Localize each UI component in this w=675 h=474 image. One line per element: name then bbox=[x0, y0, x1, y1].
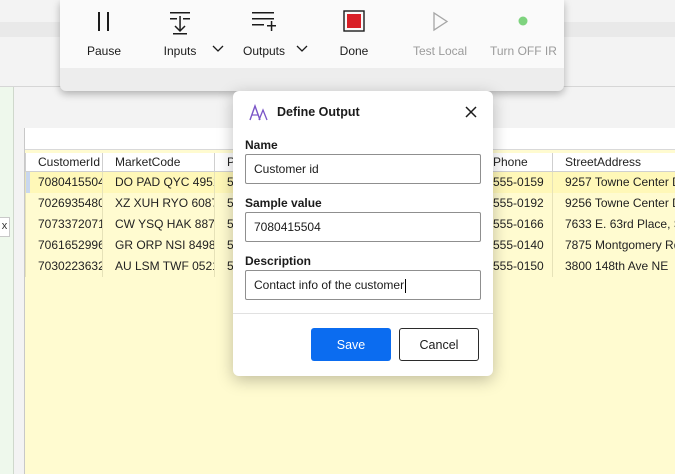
stop-icon bbox=[332, 8, 376, 38]
inputs-icon bbox=[158, 8, 202, 38]
dialog-title: Define Output bbox=[277, 105, 360, 119]
column-header-streetaddress[interactable]: StreetAddress bbox=[552, 153, 675, 171]
cell-customerid[interactable]: 7026935480 bbox=[25, 193, 103, 214]
description-field[interactable]: Contact info of the customer bbox=[245, 270, 481, 300]
column-header-customerid[interactable]: CustomerId bbox=[25, 153, 103, 171]
test-local-button[interactable]: Test Local bbox=[410, 8, 470, 62]
column-header-marketcode[interactable]: MarketCode bbox=[102, 153, 214, 171]
cell-marketcode[interactable]: DO PAD QYC 4951 bbox=[102, 172, 214, 193]
cell-streetaddress[interactable]: 9257 Towne Center Dr. bbox=[552, 172, 675, 193]
save-button[interactable]: Save bbox=[311, 328, 391, 361]
cancel-button[interactable]: Cancel bbox=[399, 328, 479, 361]
cell-streetaddress[interactable]: 3800 148th Ave NE bbox=[552, 256, 675, 277]
cell-marketcode[interactable]: GR ORP NSI 8498 bbox=[102, 235, 214, 256]
text-caret bbox=[405, 278, 407, 293]
cell-marketcode[interactable]: AU LSM TWF 0521 bbox=[102, 256, 214, 277]
cell-customerid[interactable]: 7061652996 bbox=[25, 235, 103, 256]
cell-customerid[interactable]: 7080415504 bbox=[25, 172, 103, 193]
status-dot-icon bbox=[490, 8, 556, 38]
sample-value-label: Sample value bbox=[245, 196, 322, 210]
inputs-chevron-down-icon[interactable] bbox=[211, 42, 225, 54]
play-icon bbox=[410, 8, 470, 38]
cell-customerid[interactable]: 7073372071 bbox=[25, 214, 103, 235]
name-field-value: Customer id bbox=[254, 162, 319, 176]
recorder-toolbar: Pause Inputs Outputs Done Test Local Tur… bbox=[60, 0, 564, 91]
define-output-dialog: Define Output Name Customer id Sample va… bbox=[233, 91, 493, 376]
define-output-icon bbox=[249, 102, 269, 122]
turn-off-ir-button[interactable]: Turn OFF IR bbox=[490, 8, 557, 62]
inputs-button[interactable]: Inputs bbox=[158, 8, 202, 62]
name-label: Name bbox=[245, 138, 278, 152]
pause-label: Pause bbox=[86, 44, 122, 58]
close-icon[interactable] bbox=[463, 104, 479, 120]
description-field-value: Contact info of the customer bbox=[254, 278, 405, 292]
name-field[interactable]: Customer id bbox=[245, 154, 481, 184]
pause-icon bbox=[82, 8, 126, 38]
done-button[interactable]: Done bbox=[332, 8, 376, 62]
toolbar-button-area bbox=[60, 0, 564, 68]
outputs-button[interactable]: Outputs bbox=[238, 8, 290, 62]
cell-streetaddress[interactable]: 7633 E. 63rd Place, Suit bbox=[552, 214, 675, 235]
left-pane-close-button[interactable]: x bbox=[0, 217, 10, 237]
turn-off-ir-label: Turn OFF IR bbox=[490, 44, 557, 58]
cell-streetaddress[interactable]: 7875 Montgomery Rd bbox=[552, 235, 675, 256]
sample-value-field[interactable]: 7080415504 bbox=[245, 212, 481, 242]
cell-marketcode[interactable]: XZ XUH RYO 6087 bbox=[102, 193, 214, 214]
cell-marketcode[interactable]: CW YSQ HAK 8872 bbox=[102, 214, 214, 235]
dialog-divider bbox=[233, 313, 493, 314]
outputs-icon bbox=[238, 8, 290, 38]
sample-value-field-value: 7080415504 bbox=[254, 220, 321, 234]
dialog-title-bar: Define Output bbox=[233, 91, 493, 133]
pause-button[interactable]: Pause bbox=[82, 8, 126, 62]
cell-customerid[interactable]: 7030223632 bbox=[25, 256, 103, 277]
done-label: Done bbox=[339, 44, 369, 58]
outputs-chevron-down-icon[interactable] bbox=[295, 42, 309, 54]
test-local-label: Test Local bbox=[412, 44, 468, 58]
inputs-label: Inputs bbox=[163, 44, 197, 58]
cell-streetaddress[interactable]: 9256 Towne Center Dr. bbox=[552, 193, 675, 214]
description-label: Description bbox=[245, 254, 312, 268]
outputs-label: Outputs bbox=[242, 44, 286, 58]
left-pane: x bbox=[0, 87, 14, 474]
